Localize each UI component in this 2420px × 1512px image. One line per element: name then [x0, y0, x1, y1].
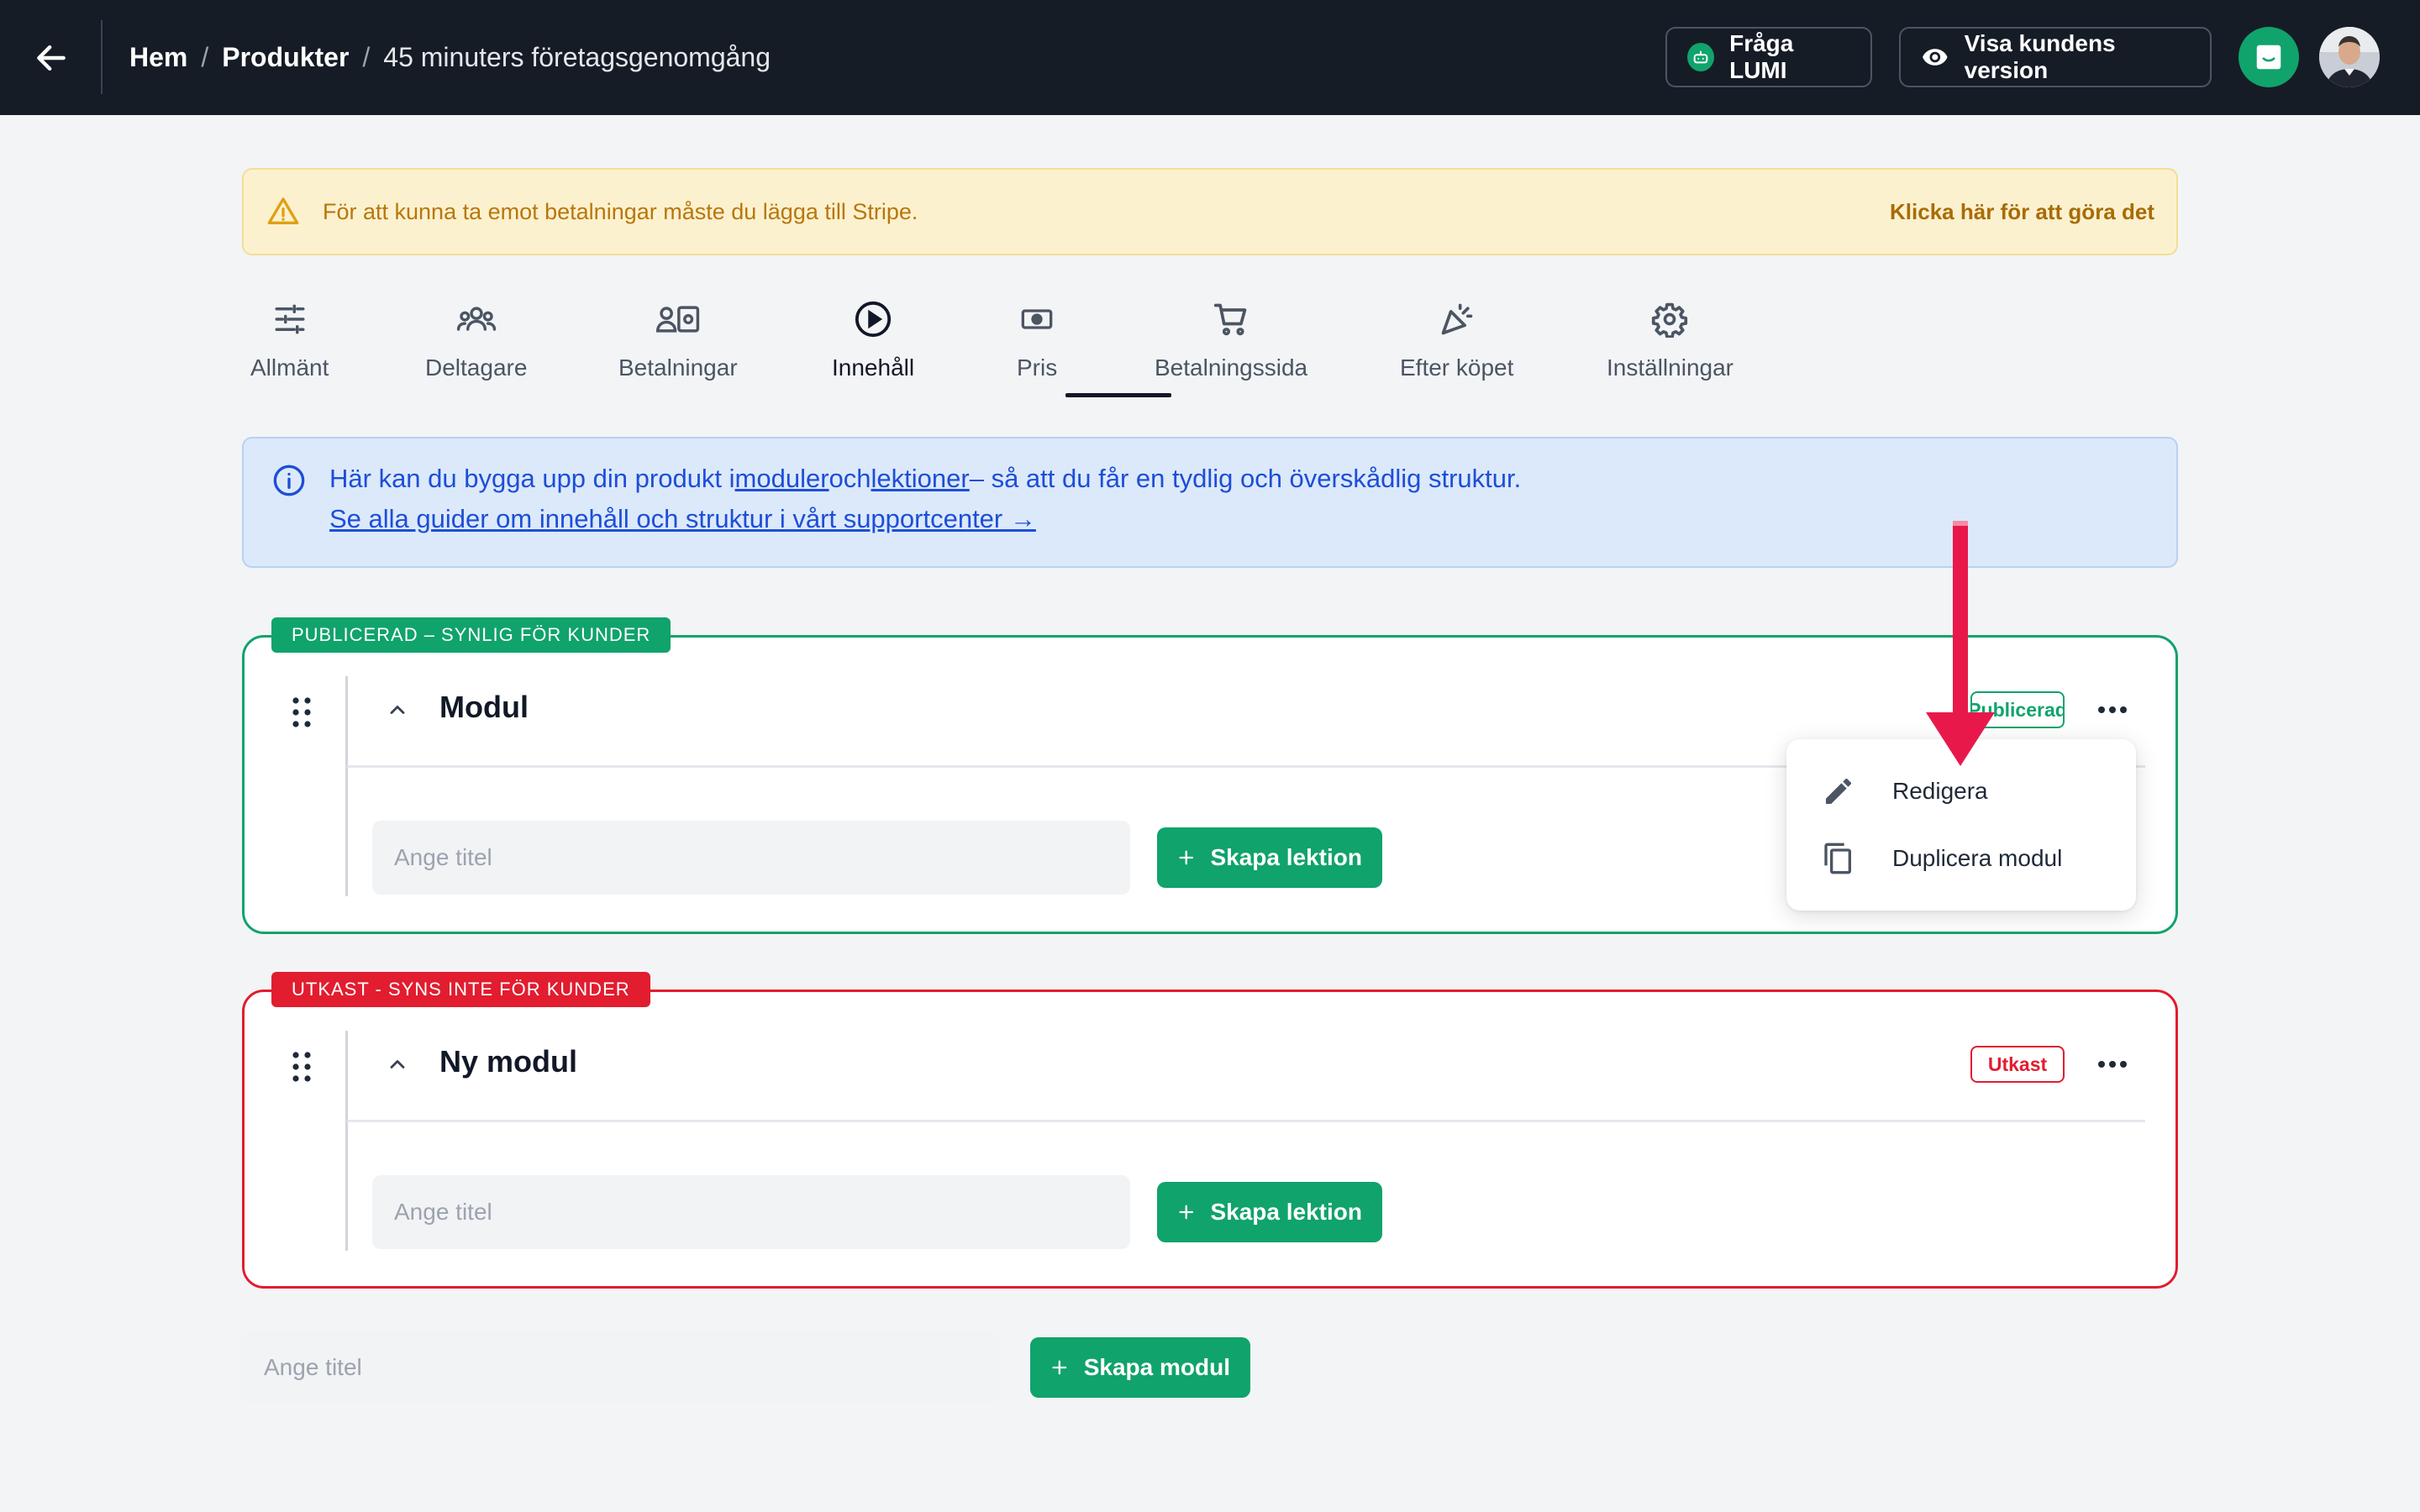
party-icon	[1439, 296, 1476, 343]
customer-view-label: Visa kundens version	[1964, 30, 2116, 83]
robot-icon	[1687, 43, 1715, 71]
chat-button[interactable]	[2238, 27, 2299, 87]
plus-icon	[1179, 850, 1194, 865]
ask-lumi-label: Fråga LUMI	[1729, 30, 1794, 83]
status-tag: UTKAST - SYNS INTE FÖR KUNDER	[271, 972, 650, 1007]
module-tree-line	[345, 676, 348, 896]
tab-settings[interactable]: Inställningar	[1607, 296, 1733, 400]
tab-label: Innehåll	[832, 354, 915, 381]
drag-handle-icon[interactable]	[292, 1051, 312, 1087]
eye-icon	[1923, 49, 1948, 66]
gear-icon	[1651, 296, 1688, 343]
lesson-title-input[interactable]	[372, 821, 1130, 895]
info-icon	[272, 464, 306, 501]
plus-icon	[1052, 1360, 1067, 1375]
breadcrumb-home[interactable]: Hem	[129, 42, 187, 73]
create-lesson-label: Skapa lektion	[1210, 844, 1362, 870]
tab-label: Inställningar	[1607, 354, 1733, 381]
tab-checkout-page[interactable]: Betalningssida	[1155, 296, 1307, 400]
breadcrumb-separator: /	[362, 41, 371, 72]
copy-icon	[1820, 840, 1857, 877]
plus-icon	[1179, 1205, 1194, 1220]
breadcrumb: Hem / Produkter / 45 minuters företagsge…	[129, 37, 771, 77]
create-module-button[interactable]: Skapa modul	[1030, 1337, 1250, 1398]
module-tree-line	[345, 1031, 348, 1251]
tab-label: Betalningssida	[1155, 354, 1308, 381]
collapse-button[interactable]	[379, 1046, 416, 1083]
user-photo-icon	[2319, 27, 2380, 87]
arrow-left-icon	[37, 45, 66, 71]
info-suffix: – så att du får en tydlig och överskådli…	[969, 464, 1522, 493]
tab-general[interactable]: Allmänt	[250, 296, 329, 400]
create-lesson-button[interactable]: Skapa lektion	[1157, 1182, 1382, 1242]
create-lesson-label: Skapa lektion	[1210, 1199, 1362, 1225]
chat-icon	[2256, 45, 2281, 70]
tab-label: Betalningar	[618, 354, 738, 381]
breadcrumb-separator: /	[201, 41, 209, 72]
create-module-label: Skapa modul	[1083, 1354, 1230, 1380]
content-info-box: Här kan du bygga upp din produkt imodule…	[242, 437, 2178, 568]
tab-label: Allmänt	[250, 354, 329, 381]
sliders-icon	[272, 296, 308, 343]
warning-text: För att kunna ta emot betalningar måste …	[323, 198, 918, 224]
play-circle-icon	[854, 296, 892, 343]
lesson-title-input[interactable]	[372, 1175, 1130, 1249]
stripe-warning-banner: För att kunna ta emot betalningar måste …	[242, 168, 2178, 255]
user-avatar[interactable]	[2319, 27, 2380, 87]
module-title[interactable]: Modul	[439, 690, 529, 725]
more-options-button[interactable]	[2086, 1044, 2139, 1084]
module-card-draft: UTKAST - SYNS INTE FÖR KUNDER Ny modul U…	[242, 972, 2178, 1289]
drag-handle-icon[interactable]	[292, 696, 312, 732]
menu-item-label: Redigera	[1892, 778, 1988, 804]
back-button[interactable]	[25, 32, 77, 84]
chevron-up-icon	[390, 1060, 405, 1068]
menu-item-duplicate[interactable]: Duplicera modul	[1786, 825, 2136, 892]
more-options-button[interactable]	[2086, 690, 2139, 730]
breadcrumb-products[interactable]: Produkter	[222, 42, 349, 73]
tab-label: Efter köpet	[1400, 354, 1514, 381]
modules-link[interactable]: moduler	[735, 464, 829, 493]
lessons-link[interactable]: lektioner	[871, 464, 970, 493]
info-prefix: Här kan du bygga upp din produkt i	[329, 464, 735, 493]
warning-triangle-icon	[267, 197, 299, 224]
create-lesson-button[interactable]: Skapa lektion	[1157, 827, 1382, 888]
top-bar: Hem / Produkter / 45 minuters företagsge…	[0, 0, 2420, 115]
module-title-input[interactable]	[242, 1331, 1000, 1404]
tab-label: Pris	[1017, 354, 1058, 381]
info-text: Här kan du bygga upp din produkt imodule…	[329, 464, 1521, 494]
chevron-up-icon	[390, 706, 405, 714]
status-tag: PUBLICERAD – SYNLIG FÖR KUNDER	[271, 617, 671, 653]
topbar-divider	[101, 20, 103, 94]
ask-lumi-button[interactable]: Fråga LUMI	[1665, 27, 1872, 87]
add-stripe-link[interactable]: Klicka här för att göra det	[1890, 199, 2154, 225]
payments-icon	[655, 296, 700, 343]
tab-payments[interactable]: Betalningar	[618, 296, 738, 400]
info-middle: och	[829, 464, 871, 493]
more-horizontal-icon	[2098, 1061, 2127, 1068]
tab-content[interactable]: Innehåll	[832, 296, 914, 400]
annotation-arrow-icon	[1926, 521, 1995, 766]
collapse-button[interactable]	[379, 691, 416, 728]
active-tab-indicator	[1065, 393, 1171, 397]
menu-item-label: Duplicera modul	[1892, 845, 2063, 871]
tab-participants[interactable]: Deltagare	[425, 296, 527, 400]
module-divider	[347, 1120, 2145, 1122]
users-icon	[456, 296, 497, 343]
tab-label: Deltagare	[425, 354, 528, 381]
breadcrumb-current: 45 minuters företagsgenomgång	[383, 41, 771, 72]
pencil-icon	[1820, 774, 1857, 808]
more-horizontal-icon	[2098, 706, 2127, 713]
support-guide-link[interactable]: Se alla guider om innehåll och struktur …	[329, 504, 1036, 534]
cart-icon	[1213, 296, 1249, 343]
banknote-icon	[1018, 296, 1055, 343]
tab-price[interactable]: Pris	[1017, 296, 1057, 400]
status-badge: Utkast	[1970, 1046, 2065, 1083]
tab-after-purchase[interactable]: Efter köpet	[1400, 296, 1513, 400]
customer-view-button[interactable]: Visa kundens version	[1899, 27, 2212, 87]
module-title[interactable]: Ny modul	[439, 1044, 577, 1079]
